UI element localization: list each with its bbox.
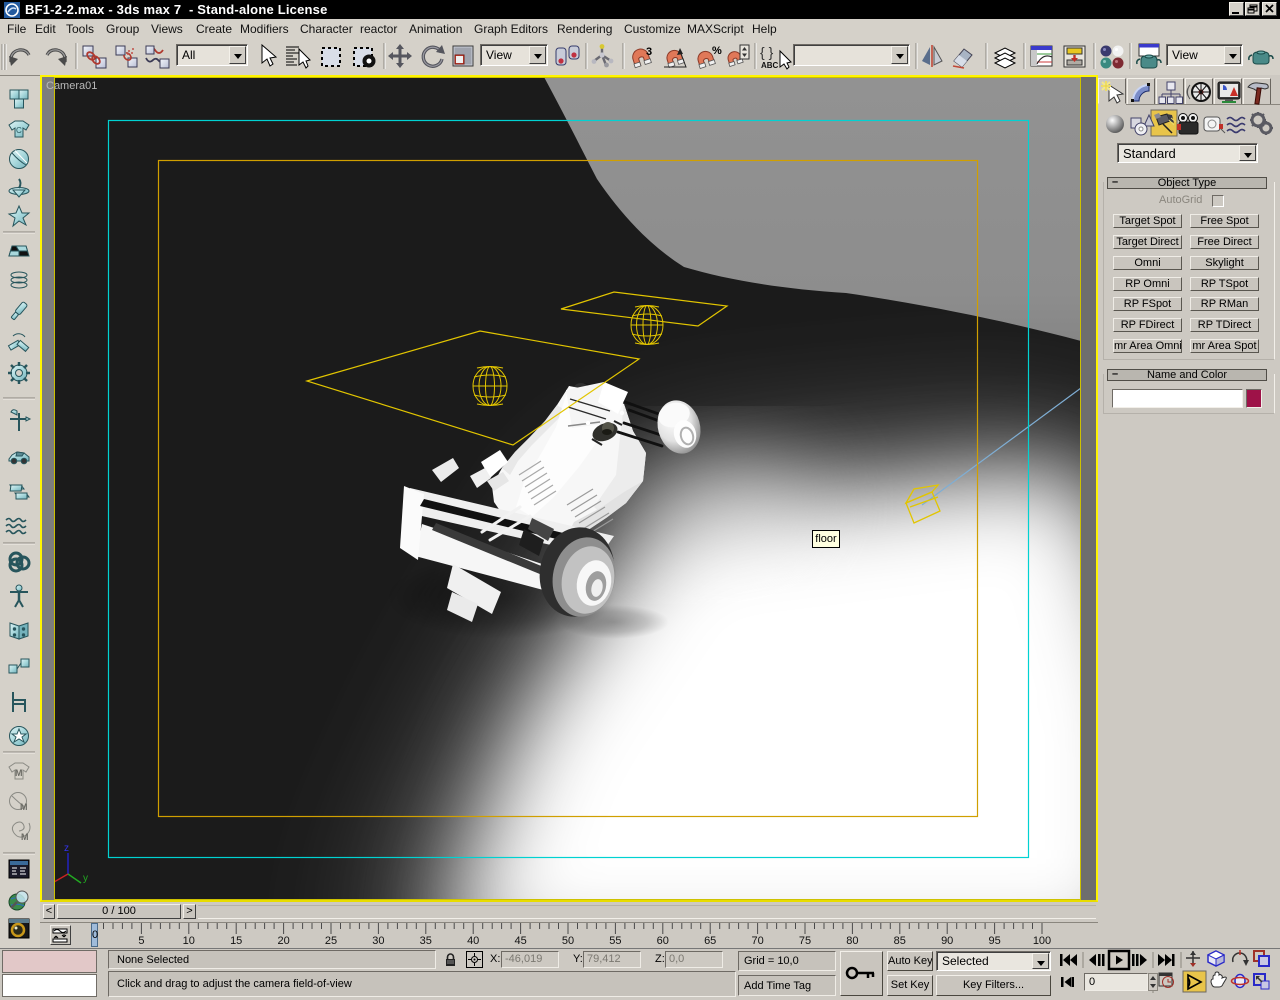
svg-text:65: 65 [704, 935, 716, 947]
svg-text:3: 3 [646, 46, 652, 58]
svg-text:M: M [15, 768, 23, 778]
svg-text:M: M [21, 832, 29, 842]
svg-text:20: 20 [277, 935, 289, 947]
svg-text:50: 50 [562, 935, 574, 947]
svg-text:75: 75 [799, 935, 811, 947]
svg-text:40: 40 [467, 935, 479, 947]
svg-text:35: 35 [420, 935, 432, 947]
svg-text:45: 45 [514, 935, 526, 947]
svg-text:5: 5 [138, 935, 144, 947]
svg-text:M: M [20, 802, 28, 812]
svg-text:30: 30 [372, 935, 384, 947]
svg-text:ABC: ABC [761, 61, 779, 70]
svg-text:95: 95 [988, 935, 1000, 947]
svg-text:85: 85 [894, 935, 906, 947]
svg-text:80: 80 [846, 935, 858, 947]
svg-text:C: C [16, 126, 22, 135]
svg-text:{ }: { } [760, 44, 774, 60]
svg-text:10: 10 [183, 935, 195, 947]
svg-text:%: % [712, 45, 722, 57]
svg-text:70: 70 [751, 935, 763, 947]
svg-text:15: 15 [230, 935, 242, 947]
svg-text:100: 100 [1033, 935, 1051, 947]
svg-text:z: z [64, 843, 69, 854]
svg-text:y: y [83, 873, 88, 884]
svg-text:60: 60 [657, 935, 669, 947]
svg-text:25: 25 [325, 935, 337, 947]
svg-text:55: 55 [609, 935, 621, 947]
svg-text:90: 90 [941, 935, 953, 947]
